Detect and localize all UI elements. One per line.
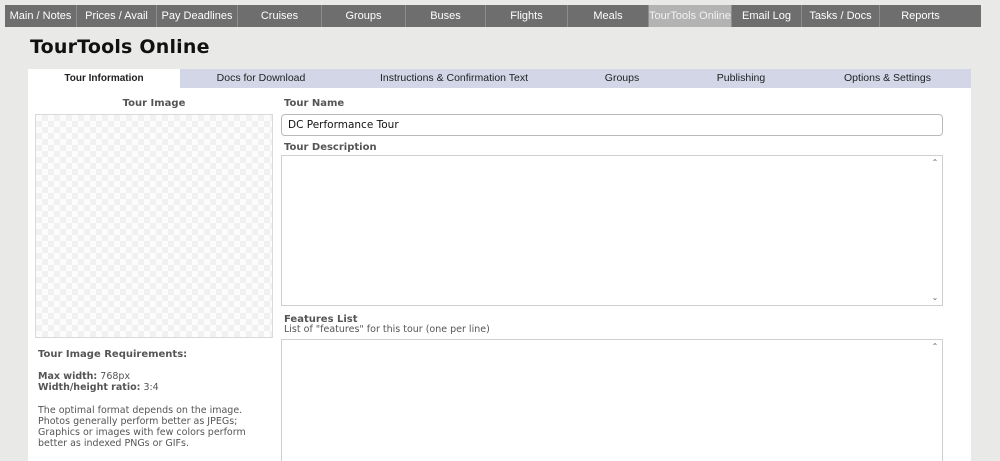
max-width-label: Max width: bbox=[38, 371, 98, 382]
tour-image-heading: Tour Image bbox=[122, 98, 186, 109]
ratio-label: Width/height ratio: bbox=[38, 382, 141, 393]
format-note: The optimal format depends on the image.… bbox=[38, 405, 246, 449]
scroll-up-icon[interactable]: ⌃ bbox=[930, 158, 940, 168]
features-list-textarea[interactable]: ⌃ bbox=[281, 339, 943, 461]
max-width-line: Max width: 768px bbox=[38, 371, 273, 382]
tab-instructions-confirmation[interactable]: Instructions & Confirmation Text bbox=[342, 69, 566, 88]
ratio-value: 3:4 bbox=[143, 382, 159, 393]
page-title: TourTools Online bbox=[30, 36, 210, 58]
scroll-down-icon[interactable]: ⌄ bbox=[930, 293, 940, 303]
tab-tour-information[interactable]: Tour Information bbox=[28, 69, 180, 88]
tab-options-settings[interactable]: Options & Settings bbox=[804, 69, 971, 88]
max-width-value: 768px bbox=[100, 371, 131, 382]
nav-tab-flights[interactable]: Flights bbox=[486, 5, 568, 27]
nav-tab-prices-avail[interactable]: Prices / Avail bbox=[77, 5, 157, 27]
tab-groups[interactable]: Groups bbox=[566, 69, 678, 88]
sub-tabs: Tour Information Docs for Download Instr… bbox=[28, 69, 971, 88]
tour-name-label: Tour Name bbox=[284, 98, 345, 109]
nav-tab-email-log[interactable]: Email Log bbox=[732, 5, 802, 27]
window-edge bbox=[995, 0, 1000, 461]
nav-tab-tourtools-online[interactable]: TourTools Online bbox=[649, 5, 732, 27]
nav-tab-main-notes[interactable]: Main / Notes bbox=[5, 5, 77, 27]
tab-docs-for-download[interactable]: Docs for Download bbox=[180, 69, 342, 88]
nav-tab-cruises[interactable]: Cruises bbox=[238, 5, 322, 27]
ratio-line: Width/height ratio: 3:4 bbox=[38, 382, 273, 393]
nav-tab-pay-deadlines[interactable]: Pay Deadlines bbox=[157, 5, 238, 27]
nav-tab-tasks-docs[interactable]: Tasks / Docs bbox=[802, 5, 880, 27]
nav-tab-meals[interactable]: Meals bbox=[568, 5, 649, 27]
tour-name-input[interactable]: DC Performance Tour bbox=[281, 114, 943, 136]
tour-description-textarea[interactable]: ⌃ ⌄ bbox=[281, 155, 943, 306]
tour-description-label: Tour Description bbox=[284, 142, 377, 153]
features-list-sublabel: List of "features" for this tour (one pe… bbox=[284, 324, 490, 335]
image-requirements: Tour Image Requirements: Max width: 768p… bbox=[38, 349, 273, 449]
tab-publishing[interactable]: Publishing bbox=[678, 69, 804, 88]
top-nav: Main / Notes Prices / Avail Pay Deadline… bbox=[5, 5, 981, 27]
nav-tab-reports[interactable]: Reports bbox=[880, 5, 961, 27]
requirements-title: Tour Image Requirements: bbox=[38, 349, 188, 360]
nav-tab-buses[interactable]: Buses bbox=[406, 5, 486, 27]
scroll-up-icon[interactable]: ⌃ bbox=[930, 342, 940, 352]
nav-tab-groups[interactable]: Groups bbox=[322, 5, 406, 27]
tour-image-dropzone[interactable] bbox=[35, 114, 273, 338]
